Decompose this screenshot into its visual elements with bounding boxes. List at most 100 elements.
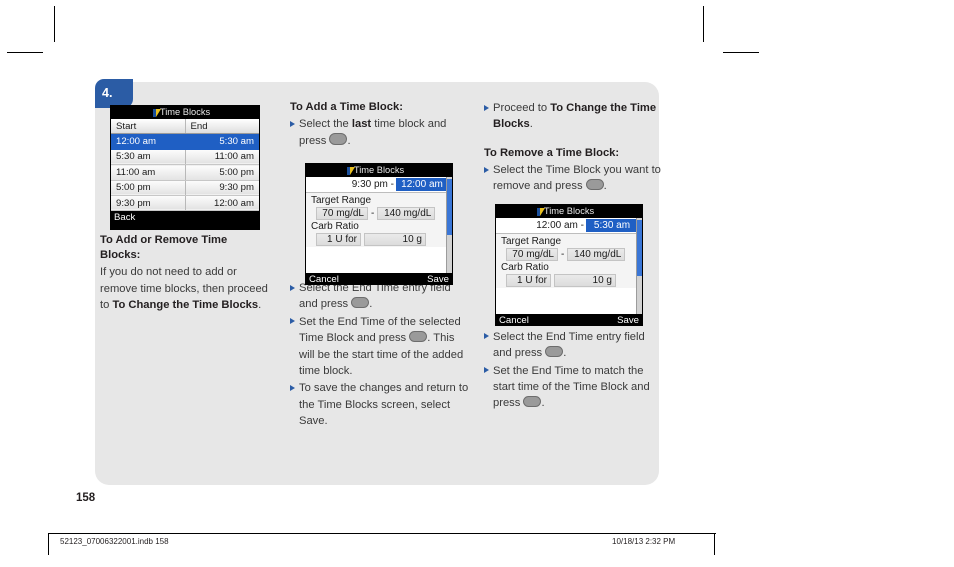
save-button[interactable]: Save bbox=[427, 273, 449, 284]
col3-b3-text-1: Select the End Time entry field and pres… bbox=[493, 330, 645, 360]
col3-bullet-1: Proceed to To Change the Time Blocks. bbox=[484, 100, 664, 133]
screen2-target-high-field[interactable]: 140 mg/dL bbox=[377, 207, 436, 220]
screen3-scroll-thumb[interactable] bbox=[637, 220, 642, 276]
col3-b4-text-1: Set the End Time to match the start time… bbox=[493, 364, 650, 410]
screen3-target-low-field[interactable]: 70 mg/dL bbox=[506, 248, 558, 261]
screen3-body: 12:00 am - 5:30 am Target Range 70 mg/dL… bbox=[496, 218, 642, 314]
col1-body-text-2: . bbox=[258, 299, 262, 312]
col2-bullet-1: Select the last time block and press . bbox=[290, 116, 470, 149]
row-start-time: 5:30 am bbox=[111, 149, 186, 166]
col2-bullet-4: To save the changes and return to the Ti… bbox=[290, 380, 470, 429]
screen3-title-text: Time Blocks bbox=[543, 206, 595, 216]
screen3-target-range-label: Target Range bbox=[501, 236, 562, 247]
screen1-footer: Back bbox=[111, 211, 259, 225]
table-row[interactable]: 11:00 am 5:00 pm bbox=[111, 164, 259, 181]
table-row[interactable]: 9:30 pm 12:00 am bbox=[111, 195, 259, 212]
back-button[interactable]: Back bbox=[114, 211, 135, 224]
bullet-triangle-icon bbox=[484, 166, 489, 173]
screen3-start-time: 12:00 am - bbox=[536, 220, 584, 231]
col1-body: If you do not need to add or remove time… bbox=[100, 264, 270, 313]
col3-bullet-4: Set the End Time to match the start time… bbox=[484, 363, 664, 412]
col1-body-bold: To Change the Time Blocks bbox=[112, 299, 259, 312]
column-header-end: End bbox=[185, 119, 259, 135]
screen2-carb-units-field[interactable]: 1 U for bbox=[316, 233, 361, 246]
cancel-button[interactable]: Cancel bbox=[499, 314, 529, 325]
screen3-time-row: 12:00 am - 5:30 am bbox=[496, 218, 642, 234]
footer-tick-left bbox=[48, 533, 49, 555]
press-button-icon bbox=[409, 330, 428, 343]
footer-rule bbox=[48, 533, 716, 534]
time-blocks-logo-icon bbox=[537, 207, 545, 216]
col2-heading: To Add a Time Block: bbox=[290, 101, 403, 113]
table-row[interactable]: 5:00 pm 9:30 pm bbox=[111, 180, 259, 196]
row-end-time: 9:30 pm bbox=[185, 180, 259, 196]
table-row[interactable]: 12:00 am 5:30 am bbox=[111, 133, 259, 150]
screen2-target-range-row: 70 mg/dL - 140 mg/dL bbox=[310, 207, 448, 220]
screen3-scrollbar[interactable] bbox=[636, 218, 642, 314]
col2-b1-text-1: Select the bbox=[299, 118, 352, 131]
crop-mark-top-left-horizontal bbox=[7, 52, 43, 53]
screen2-scroll-thumb[interactable] bbox=[447, 179, 452, 235]
press-button-icon bbox=[523, 395, 542, 408]
col2-b2-text-2: . bbox=[369, 298, 373, 311]
row-end-time: 5:00 pm bbox=[185, 164, 259, 181]
crop-mark-top-left-vertical bbox=[54, 6, 55, 42]
col3-heading: To Remove a Time Block: bbox=[484, 146, 620, 159]
time-blocks-table: Start End 12:00 am 5:30 am 5:30 am 11:00… bbox=[111, 119, 259, 212]
screen3-footer: Cancel Save bbox=[496, 314, 642, 325]
row-start-time: 9:30 pm bbox=[111, 195, 186, 212]
screen3-end-time-field[interactable]: 5:30 am bbox=[586, 219, 638, 232]
device-screen-add-time-block: Time Blocks 9:30 pm - 12:00 am Target Ra… bbox=[305, 163, 453, 285]
screen2-target-dash: - bbox=[371, 208, 375, 219]
screen1-title-bar: Time Blocks bbox=[111, 106, 259, 119]
screen2-time-row: 9:30 pm - 12:00 am bbox=[306, 177, 452, 193]
screen3-carb-grams-field[interactable]: 10 g bbox=[554, 274, 616, 287]
col2-b1-bold: last bbox=[351, 118, 372, 131]
row-end-time: 5:30 am bbox=[185, 133, 259, 150]
device-screen-time-blocks-list: Time Blocks Start End 12:00 am 5:30 am 5… bbox=[110, 105, 260, 230]
bullet-triangle-icon bbox=[290, 318, 295, 325]
screen1-title-text: Time Blocks bbox=[159, 107, 211, 117]
screen3-target-dash: - bbox=[561, 249, 565, 260]
col3-b2-text-1: Select the Time Block you want to remove… bbox=[493, 164, 661, 193]
press-button-icon bbox=[585, 178, 604, 191]
bullet-triangle-icon bbox=[290, 384, 295, 391]
screen3-carb-units-field[interactable]: 1 U for bbox=[506, 274, 551, 287]
bullet-triangle-icon bbox=[290, 284, 295, 291]
screen3-target-high-field[interactable]: 140 mg/dL bbox=[567, 248, 626, 261]
save-button[interactable]: Save bbox=[617, 314, 639, 325]
footer-file-name: 52123_07006322001.indb 158 bbox=[60, 537, 169, 546]
press-button-icon bbox=[545, 345, 564, 358]
time-blocks-logo-icon bbox=[347, 166, 355, 175]
screen2-end-time-field[interactable]: 12:00 am bbox=[396, 178, 448, 191]
bullet-triangle-icon bbox=[290, 120, 295, 127]
screen3-carb-ratio-label: Carb Ratio bbox=[501, 262, 549, 273]
screen2-body: 9:30 pm - 12:00 am Target Range 70 mg/dL… bbox=[306, 177, 452, 273]
row-end-time: 11:00 am bbox=[185, 149, 259, 166]
col2-b1-text-3: . bbox=[347, 134, 351, 147]
footer-timestamp: 10/18/13 2:32 PM bbox=[612, 537, 676, 546]
device-screen-remove-time-block: Time Blocks 12:00 am - 5:30 am Target Ra… bbox=[495, 204, 643, 326]
screen3-target-range-section: Target Range 70 mg/dL - 140 mg/dL Carb R… bbox=[496, 234, 642, 288]
column-header-start: Start bbox=[111, 119, 186, 135]
screen2-carb-ratio-row: 1 U for 10 g bbox=[310, 233, 448, 246]
table-row[interactable]: 5:30 am 11:00 am bbox=[111, 149, 259, 166]
col3-b1-text-1: Proceed to bbox=[493, 102, 551, 114]
col3-b3-text-2: . bbox=[563, 347, 567, 360]
screen3-target-range-row: 70 mg/dL - 140 mg/dL bbox=[500, 248, 638, 261]
screen2-target-range-section: Target Range 70 mg/dL - 140 mg/dL Carb R… bbox=[306, 193, 452, 247]
col3-b1-text-2: . bbox=[529, 118, 533, 131]
col2-b4-text: To save the changes and return to the Ti… bbox=[299, 382, 469, 428]
col2-b2-text-1: Select the End Time entry field and pres… bbox=[299, 282, 451, 311]
row-start-time: 11:00 am bbox=[111, 164, 186, 181]
screen2-target-range-label: Target Range bbox=[311, 195, 372, 206]
screen3-carb-ratio-row: 1 U for 10 g bbox=[500, 274, 638, 287]
screen2-carb-grams-field[interactable]: 10 g bbox=[364, 233, 426, 246]
time-blocks-logo-icon bbox=[153, 108, 161, 117]
screen3-title-bar: Time Blocks bbox=[496, 205, 642, 218]
screen2-scrollbar[interactable] bbox=[446, 177, 452, 273]
row-end-time: 12:00 am bbox=[185, 195, 259, 212]
screen2-target-low-field[interactable]: 70 mg/dL bbox=[316, 207, 368, 220]
col3-b4-text-2: . bbox=[541, 397, 545, 410]
cancel-button[interactable]: Cancel bbox=[309, 273, 339, 284]
